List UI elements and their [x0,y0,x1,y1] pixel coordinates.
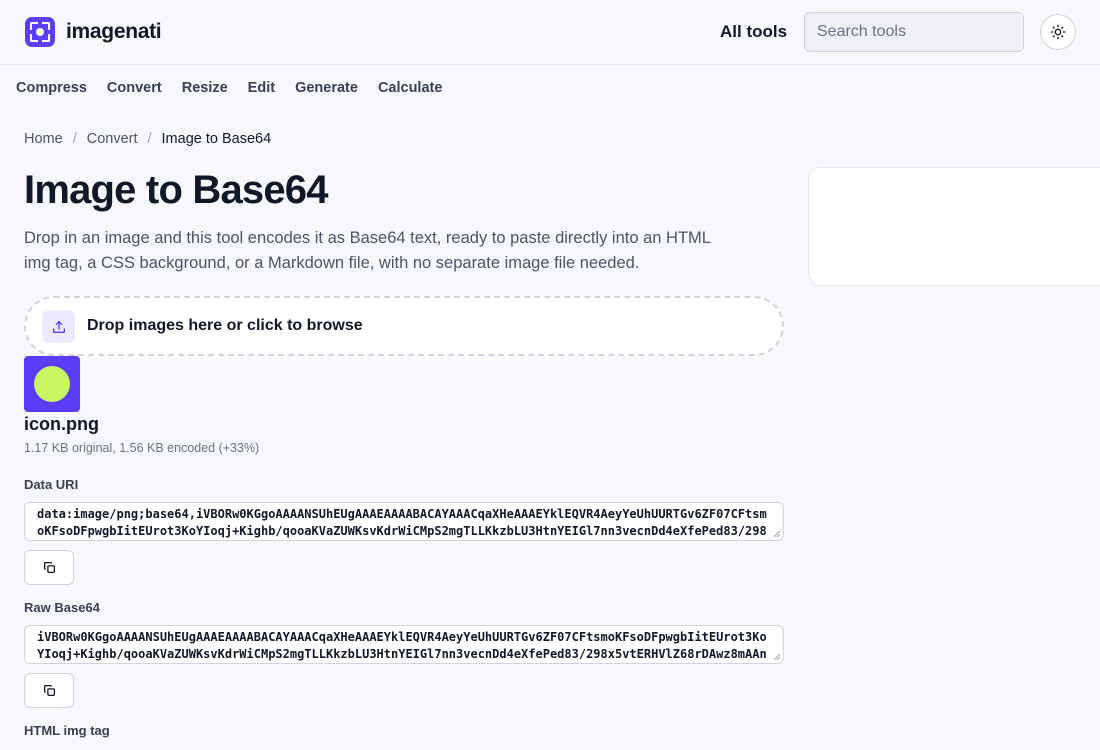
dropzone-label: Drop images here or click to browse [87,317,363,334]
raw-base64-label: Raw Base64 [24,600,100,615]
thumbnail-circle [34,366,70,402]
breadcrumb-home[interactable]: Home [24,131,63,147]
theme-toggle-button[interactable] [1040,14,1076,50]
copy-data-uri-button[interactable] [24,550,74,585]
copy-icon [43,684,55,697]
breadcrumb: Home / Convert / Image to Base64 [24,131,271,147]
breadcrumb-current: Image to Base64 [161,131,272,147]
raw-base64-output[interactable]: iVBORw0KGgoAAAANSUhEUgAAAEAAAABACAYAAACq… [24,625,784,664]
image-thumbnail [24,356,80,412]
file-size-info: 1.17 KB original, 1.56 KB encoded (+33%) [24,441,260,455]
page-description: Drop in an image and this tool encodes i… [24,229,711,272]
nav-item-generate[interactable]: Generate [295,80,358,96]
upload-icon [42,310,75,343]
search-input[interactable] [804,12,1024,52]
html-img-tag-label: HTML img tag [24,723,110,738]
resize-grip-icon[interactable] [773,530,780,537]
data-uri-output[interactable]: data:image/png;base64,iVBORw0KGgoAAAANSU… [24,502,784,541]
copy-icon [43,561,55,574]
logo-corner [42,34,50,42]
file-name: icon.png [24,414,99,434]
sun-icon [1050,24,1066,40]
side-panel-card [808,167,1100,286]
category-nav: Compress Convert Resize Edit Generate Ca… [16,80,442,96]
breadcrumb-separator: / [147,131,152,147]
image-dropzone[interactable]: Drop images here or click to browse [24,296,784,356]
resize-grip-icon[interactable] [773,653,780,660]
data-uri-text: data:image/png;base64,iVBORw0KGgoAAAANSU… [37,507,767,538]
data-uri-label: Data URI [24,477,79,492]
copy-raw-base64-button[interactable] [24,673,74,708]
top-bar: imagenati All tools [0,0,1100,65]
raw-base64-text: iVBORw0KGgoAAAANSUhEUgAAAEAAAABACAYAAACq… [37,630,767,661]
nav-item-edit[interactable]: Edit [248,80,275,96]
nav-item-convert[interactable]: Convert [107,80,162,96]
breadcrumb-separator: / [72,131,77,147]
nav-item-resize[interactable]: Resize [182,80,228,96]
brand-name[interactable]: imagenati [66,20,162,44]
logo-icon[interactable] [25,17,55,47]
logo-dot [36,28,44,36]
nav-item-compress[interactable]: Compress [16,80,87,96]
page-title: Image to Base64 [24,168,329,212]
breadcrumb-convert[interactable]: Convert [87,131,138,147]
nav-item-calculate[interactable]: Calculate [378,80,442,96]
all-tools-link[interactable]: All tools [720,22,787,42]
